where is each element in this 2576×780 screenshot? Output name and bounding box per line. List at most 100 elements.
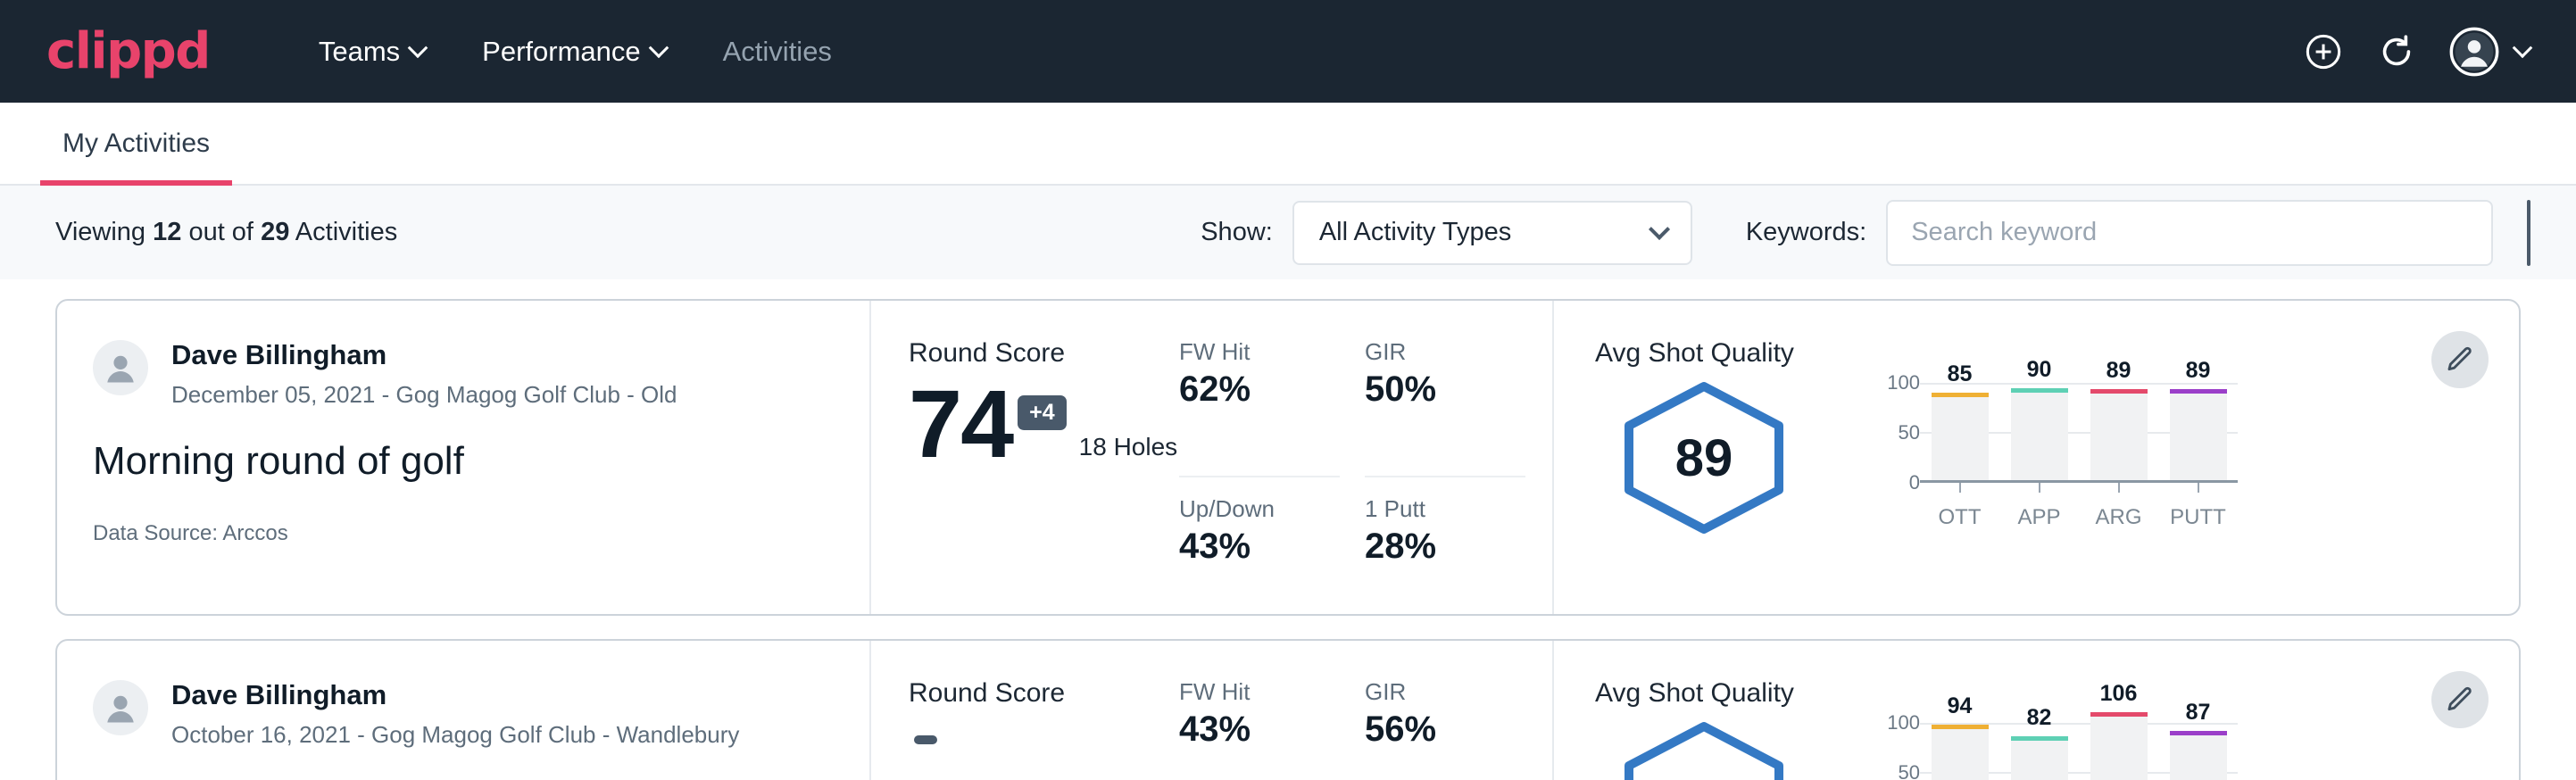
stat-one-putt: 1 Putt 28% [1365,477,1525,615]
bar-value: 94 [1932,693,1989,719]
keywords-group: Keywords: [1746,200,2493,266]
score-to-par-badge: +4 [1018,395,1067,430]
stat-value: 28% [1365,527,1525,567]
activity-meta: December 05, 2021 - Gog Magog Golf Club … [171,381,677,409]
bar-value: 89 [2170,358,2227,384]
y-tick-100: 100 [1887,711,1920,734]
show-filter-group: Show: All Activity Types [1201,201,1692,265]
stat-gir: GIR 50% [1365,338,1525,477]
x-label-app: APP [2011,505,2068,530]
chevron-down-icon [648,37,669,58]
bar-column: 89 [2090,383,2148,480]
bar-column: 85 [1932,383,1989,480]
edit-activity-button[interactable] [2431,671,2489,728]
bar-cap [1932,725,1989,729]
stat-label: FW Hit [1179,338,1340,366]
viewing-count: 12 [153,218,181,246]
nav-item-teams[interactable]: Teams [290,36,453,68]
activity-type-select[interactable]: All Activity Types [1292,201,1692,265]
app-header: clippd Teams Performance Activities [0,0,2576,103]
view-mode-list[interactable] [2529,202,2530,264]
bar-cap [2170,731,2227,735]
viewing-summary: Viewing 12 out of 29 Activities [55,218,397,247]
chart-y-axis: 100 50 0 [1872,723,1920,780]
filter-bar: Viewing 12 out of 29 Activities Show: Al… [0,186,2576,279]
bar-column: 87 [2170,723,2227,780]
stat-value: 62% [1179,369,1340,410]
plus-circle-icon [2303,31,2344,72]
account-avatar-icon [2449,27,2499,77]
viewing-total: 29 [261,218,289,246]
stat-value: 56% [1365,709,1525,750]
round-score-section: Round Score 74 +4 18 Holes [871,301,1179,614]
activity-card[interactable]: Dave Billingham October 16, 2021 - Gog M… [55,639,2521,780]
bar-cap [2170,389,2227,394]
view-mode-toggle [2527,200,2530,266]
stat-fw-hit: FW Hit 62% [1179,338,1340,477]
person-avatar-icon [97,344,144,391]
person-avatar-icon [97,685,144,731]
nav-item-performance[interactable]: Performance [453,36,694,68]
round-score-label: Round Score [909,338,1179,369]
bar-value: 87 [2170,700,2227,726]
nav-item-activities[interactable]: Activities [694,36,860,68]
pencil-icon [2445,685,2475,715]
tab-label: My Activities [62,129,210,159]
x-label-arg: ARG [2090,505,2148,530]
activity-card-list: Dave Billingham December 05, 2021 - Gog … [0,279,2576,780]
chart-plot-area: 85 90 [1920,383,2238,483]
stat-gir: GIR 56% [1365,678,1525,780]
y-tick-50: 50 [1899,761,1920,780]
activity-card[interactable]: Dave Billingham December 05, 2021 - Gog … [55,299,2521,616]
stat-up-down: Up/Down 43% [1179,477,1340,615]
account-menu[interactable] [2449,27,2530,77]
tab-my-activities[interactable]: My Activities [40,103,232,184]
bar-column: 90 [2011,383,2068,480]
shot-quality-hexagon: 89 [1615,379,1793,536]
bar-value: 90 [2011,357,2068,383]
clippd-logo[interactable]: clippd [46,22,210,80]
bar-cap [2011,736,2068,741]
chevron-down-icon [408,37,428,58]
round-stats: FW Hit 62% GIR 50% Up/Down 43% 1 Putt 28… [1179,301,1554,614]
list-view-icon [2529,220,2530,246]
score-to-par-badge [914,735,937,744]
header-actions [2303,27,2530,77]
edit-activity-button[interactable] [2431,331,2489,388]
activity-type-value: All Activity Types [1319,218,1511,247]
player-name: Dave Billingham [171,338,677,373]
shot-quality-chart: 100 50 0 85 [1872,383,2238,530]
chart-y-axis: 100 50 0 [1872,383,1920,483]
stat-label: Up/Down [1179,495,1340,523]
chart-x-axis: OTT APP ARG PUTT [1920,505,2238,530]
pencil-icon [2445,344,2475,375]
stat-value: 43% [1179,527,1340,567]
refresh-button[interactable] [2376,31,2417,72]
y-tick-100: 100 [1887,371,1920,394]
chart-bars: 85 90 [1920,383,2238,480]
card-identity: Dave Billingham October 16, 2021 - Gog M… [57,641,871,780]
activity-title: Morning round of golf [93,439,834,484]
chart-x-ticks [1920,483,2238,493]
bar-cap [2011,388,2068,393]
nav-label-teams: Teams [319,36,400,68]
viewing-suffix: Activities [295,218,397,246]
bar-column: 89 [2170,383,2227,480]
stat-label: GIR [1365,678,1525,706]
viewing-prefix: Viewing [55,218,145,246]
shot-quality-hexagon [1615,719,1793,780]
chart-plot-area: 94 82 [1920,723,2238,780]
add-button[interactable] [2303,31,2344,72]
chart-bars: 94 82 [1920,723,2238,780]
stat-label: FW Hit [1179,678,1340,706]
y-tick-0: 0 [1909,471,1920,494]
avg-shot-quality-section: Avg Shot Quality 100 50 0 [1554,641,2519,780]
activity-meta: October 16, 2021 - Gog Magog Golf Club -… [171,721,739,749]
shot-quality-value [1615,719,1793,780]
search-input[interactable] [1886,200,2493,266]
holes-played: 18 Holes [1079,433,1178,461]
bar-column: 82 [2011,723,2068,780]
round-score-value: 74 [909,376,1012,472]
bar-cap [2090,712,2148,717]
show-label: Show: [1201,218,1273,247]
